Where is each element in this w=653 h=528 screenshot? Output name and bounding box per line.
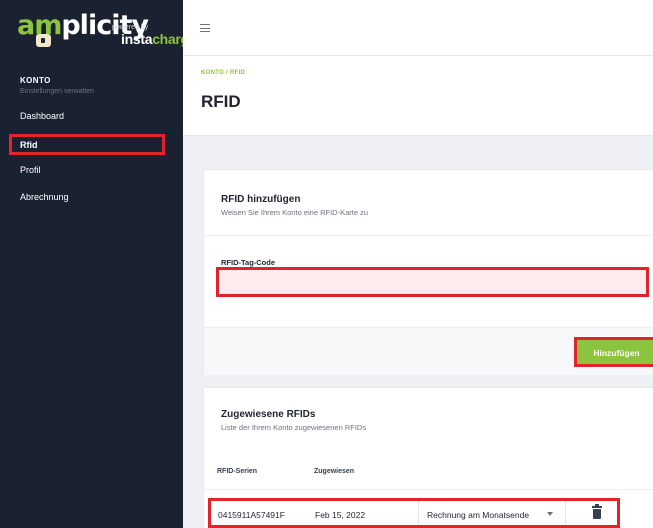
column-header-serial: RFID-Serien (217, 468, 258, 475)
top-bar (183, 0, 653, 56)
card-subtitle: Weisen Sie Ihrem Konto eine RFID-Karte z… (221, 208, 369, 217)
breadcrumb-parent[interactable]: KONTO (201, 70, 224, 76)
breadcrumb-separator: / (226, 70, 228, 76)
sidebar-item-label: Rfid (20, 140, 38, 150)
rfid-assigned-cell: Feb 15, 2022 (315, 510, 366, 520)
column-header-assigned: Zugewiesen (314, 468, 355, 475)
logo-powered-by: powered by (112, 24, 149, 31)
add-rfid-card: RFID hinzufügen Weisen Sie Ihrem Konto e… (203, 169, 653, 375)
add-rfid-button[interactable]: Hinzufügen (574, 337, 653, 367)
column-tab (256, 455, 298, 463)
amplicity-logo[interactable]: amplicity powered by instacharge (17, 8, 197, 48)
sidebar-item-dashboard[interactable]: Dashboard (20, 111, 64, 121)
rfid-serial-cell: 0415911A57491F (218, 510, 285, 520)
sidebar: amplicity powered by instacharge KONTO E… (0, 0, 197, 528)
card-title: Zugewiesene RFIDs (221, 409, 316, 420)
assigned-rfids-card: Zugewiesene RFIDs Liste der Ihrem Konto … (203, 387, 653, 528)
sidebar-item-profil[interactable]: Profil (20, 165, 41, 175)
lock-icon (36, 34, 51, 47)
card-header: RFID hinzufügen Weisen Sie Ihrem Konto e… (204, 170, 653, 236)
chevron-down-icon (547, 512, 553, 516)
trash-icon[interactable] (592, 504, 602, 519)
card-footer: Hinzufügen (204, 327, 653, 375)
table-row: 0415911A57491F Feb 15, 2022 Rechnung am … (208, 498, 620, 528)
billing-select[interactable]: Rechnung am Monatsende (418, 501, 566, 525)
rfid-tag-label: RFID-Tag-Code (221, 258, 276, 267)
sidebar-section-title: KONTO (20, 76, 51, 85)
breadcrumb-current: RFID (229, 70, 246, 76)
card-subtitle: Liste der Ihrem Konto zugewiesenen RFIDs (221, 423, 367, 432)
card-title: RFID hinzufügen (221, 194, 301, 205)
table-divider (204, 489, 653, 490)
sidebar-item-abrechnung[interactable]: Abrechnung (20, 192, 69, 202)
breadcrumb: KONTO / RFID (201, 70, 245, 76)
rfid-tag-input[interactable] (216, 267, 649, 297)
menu-icon[interactable] (200, 24, 210, 32)
page-header: KONTO / RFID RFID (183, 56, 653, 136)
page-title: RFID (201, 92, 241, 111)
sidebar-item-rfid[interactable]: Rfid (9, 134, 165, 155)
billing-select-value: Rechnung am Monatsende (427, 510, 530, 520)
sidebar-section-subtitle: Einstellungen verwalten (20, 88, 94, 95)
